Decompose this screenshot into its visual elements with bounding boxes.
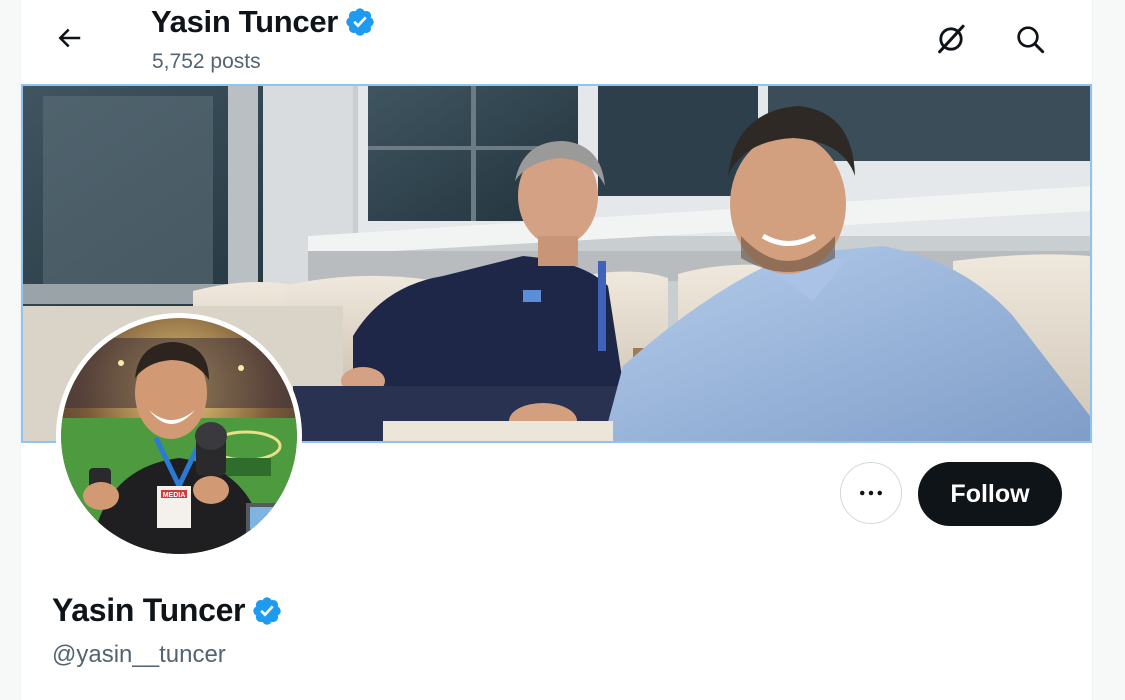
avatar-photo: MEDIA xyxy=(61,318,297,554)
more-options-button[interactable] xyxy=(840,462,902,524)
follow-button[interactable]: Follow xyxy=(918,462,1062,526)
profile-display-name: Yasin Tuncer xyxy=(52,592,246,628)
profile-header-bar: Yasin Tuncer 5,752 posts xyxy=(21,0,1092,84)
profile-handle: @yasin__tuncer xyxy=(52,641,226,668)
grok-button[interactable] xyxy=(931,19,971,59)
profile-display-name-row: Yasin Tuncer xyxy=(52,592,283,629)
back-button[interactable] xyxy=(49,18,89,58)
avatar-lanyard-text: MEDIA xyxy=(163,492,186,499)
header-display-name: Yasin Tuncer xyxy=(151,4,339,39)
verified-badge-icon xyxy=(253,596,281,625)
search-icon xyxy=(1017,26,1045,54)
verified-badge-icon xyxy=(346,8,374,36)
grok-icon xyxy=(938,24,965,54)
profile-column: Yasin Tuncer 5,752 posts MEDIA Follow Ya… xyxy=(20,0,1093,700)
search-button[interactable] xyxy=(1010,19,1050,59)
post-count: 5,752 posts xyxy=(152,50,261,73)
profile-avatar[interactable]: MEDIA xyxy=(56,313,302,559)
page: Yasin Tuncer 5,752 posts MEDIA Follow Ya… xyxy=(0,0,1125,700)
arrow-left-icon xyxy=(58,28,81,48)
more-horizontal-icon xyxy=(860,490,882,496)
header-title: Yasin Tuncer xyxy=(151,4,376,40)
